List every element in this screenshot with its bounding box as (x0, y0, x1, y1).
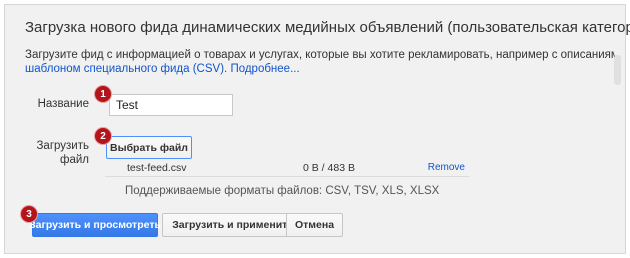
dialog-title: Загрузка нового фида динамических медийн… (25, 19, 630, 36)
cancel-button[interactable]: Отмена (286, 213, 343, 237)
supported-formats-text: Поддерживаемые форматы файлов: CSV, TSV,… (125, 185, 440, 197)
feed-name-input[interactable] (109, 94, 233, 116)
choose-file-button[interactable]: Выбрать файл (106, 136, 192, 159)
step-badge-3: 3 (21, 206, 37, 222)
dialog-description: Загрузите фид с информацией о товарах и … (25, 48, 615, 76)
feed-template-link[interactable]: шаблоном специального фида (CSV). (25, 63, 227, 75)
upload-and-apply-button[interactable]: Загрузить и применить (162, 213, 304, 237)
learn-more-link[interactable]: Подробнее... (230, 63, 299, 75)
remove-file-link[interactable]: Remove (428, 162, 465, 173)
name-label: Название (37, 98, 89, 110)
uploaded-file-row: test-feed.csv 0 B / 483 B Remove (105, 160, 469, 177)
upload-and-preview-button[interactable]: Загрузить и просмотреть (29, 213, 161, 237)
upload-file-label: Загрузить файл (36, 140, 89, 166)
upload-feed-panel: Загрузка нового фида динамических медийн… (4, 4, 630, 254)
description-scrollbar[interactable] (614, 55, 621, 85)
description-links: шаблоном специального фида (CSV). Подроб… (25, 62, 615, 76)
file-name: test-feed.csv (127, 162, 187, 174)
step-badge-1: 1 (95, 86, 111, 102)
step-badge-2: 2 (95, 128, 111, 144)
description-text: Загрузите фид с информацией о товарах и … (25, 49, 615, 61)
file-size: 0 B / 483 B (303, 162, 355, 174)
